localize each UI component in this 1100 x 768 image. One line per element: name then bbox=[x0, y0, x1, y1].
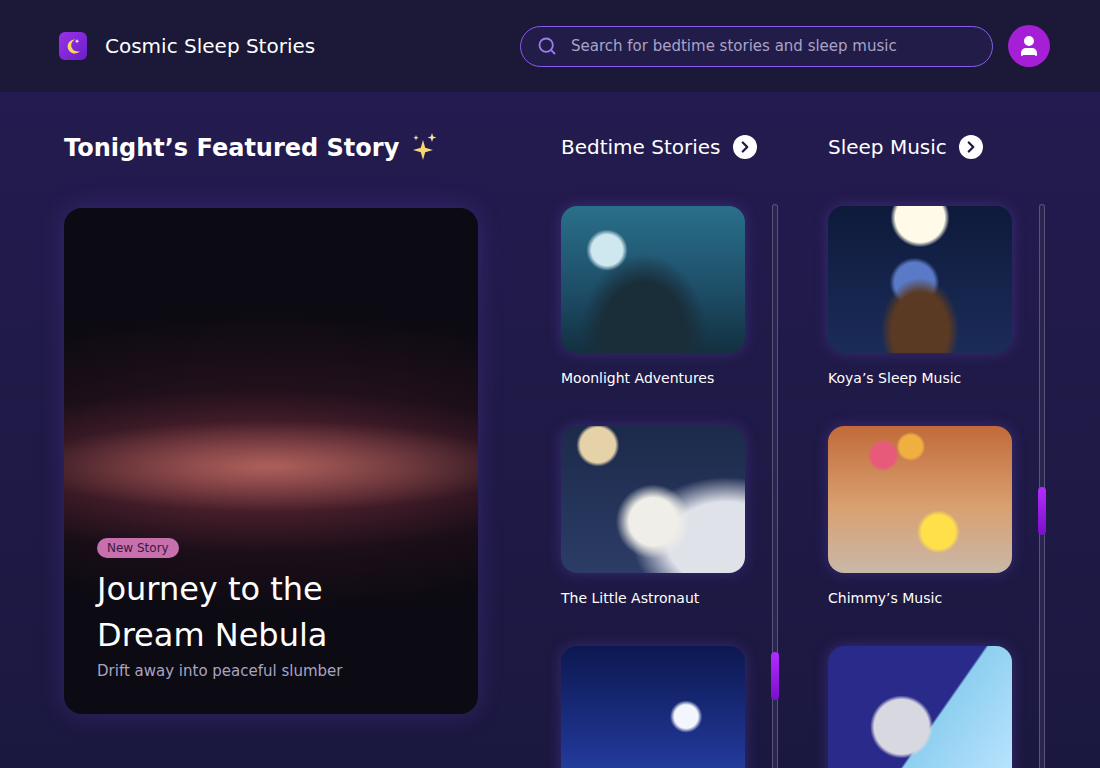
featured-heading-row: Tonight’s Featured Story bbox=[64, 132, 478, 164]
card-title: The Little Astronaut bbox=[561, 588, 745, 608]
search-icon bbox=[537, 36, 557, 56]
app-page: Cosmic Sleep Stories Tonight’s Featured S… bbox=[0, 0, 1100, 768]
section-heading: Sleep Music bbox=[828, 135, 947, 159]
section-body: Koya’s Sleep Music Chimmy’s Music bbox=[828, 206, 1046, 768]
media-card[interactable]: Moonlight Adventures bbox=[561, 206, 745, 388]
profile-button[interactable] bbox=[1008, 25, 1050, 67]
media-card[interactable]: Chimmy’s Music bbox=[828, 426, 1012, 608]
user-icon bbox=[1017, 34, 1041, 58]
sparkles-icon bbox=[411, 132, 439, 164]
media-card[interactable] bbox=[561, 646, 745, 768]
scrollbar-thumb[interactable] bbox=[771, 652, 779, 700]
section-column: Bedtime Stories Moonlight Adventures The L… bbox=[561, 132, 779, 768]
card-image bbox=[828, 206, 1012, 353]
scrollbar[interactable] bbox=[772, 204, 778, 768]
featured-title: Journey to the Dream Nebula bbox=[97, 566, 417, 658]
media-card[interactable] bbox=[828, 646, 1012, 768]
card-title: Chimmy’s Music bbox=[828, 588, 1012, 608]
featured-section: Tonight’s Featured Story New Story Journey… bbox=[64, 132, 478, 768]
content: Tonight’s Featured Story New Story Journey… bbox=[0, 92, 1100, 768]
app-logo[interactable] bbox=[59, 32, 87, 60]
card-image bbox=[828, 426, 1012, 573]
moon-icon bbox=[63, 36, 83, 56]
see-all-button[interactable] bbox=[959, 135, 983, 159]
featured-heading: Tonight’s Featured Story bbox=[64, 134, 399, 162]
media-card[interactable]: The Little Astronaut bbox=[561, 426, 745, 608]
section-heading: Bedtime Stories bbox=[561, 135, 721, 159]
section-heading-row: Bedtime Stories bbox=[561, 132, 779, 162]
sections: Bedtime Stories Moonlight Adventures The L… bbox=[561, 132, 1046, 768]
top-bar: Cosmic Sleep Stories bbox=[0, 0, 1100, 92]
card-list: Moonlight Adventures The Little Astronaut bbox=[561, 206, 745, 768]
card-image bbox=[561, 206, 745, 353]
section-column: Sleep Music Koya’s Sleep Music Chimmy’s Mu… bbox=[828, 132, 1046, 768]
section-heading-row: Sleep Music bbox=[828, 132, 1046, 162]
card-title: Moonlight Adventures bbox=[561, 368, 745, 388]
chevron-right-icon bbox=[736, 138, 754, 156]
card-image bbox=[828, 646, 1012, 768]
card-image bbox=[561, 646, 745, 768]
featured-subtitle: Drift away into peaceful slumber bbox=[97, 662, 448, 680]
featured-card[interactable]: New Story Journey to the Dream Nebula Drif… bbox=[64, 208, 478, 714]
scrollbar-thumb[interactable] bbox=[1038, 487, 1046, 535]
see-all-button[interactable] bbox=[733, 135, 757, 159]
card-list: Koya’s Sleep Music Chimmy’s Music bbox=[828, 206, 1012, 768]
scrollbar[interactable] bbox=[1039, 204, 1045, 768]
app-title: Cosmic Sleep Stories bbox=[105, 34, 315, 58]
media-card[interactable]: Koya’s Sleep Music bbox=[828, 206, 1012, 388]
card-title: Koya’s Sleep Music bbox=[828, 368, 1012, 388]
search-field[interactable] bbox=[520, 26, 993, 67]
card-image bbox=[561, 426, 745, 573]
new-badge: New Story bbox=[97, 538, 179, 558]
section-body: Moonlight Adventures The Little Astronaut bbox=[561, 206, 779, 768]
chevron-right-icon bbox=[962, 138, 980, 156]
search-input[interactable] bbox=[569, 36, 976, 56]
